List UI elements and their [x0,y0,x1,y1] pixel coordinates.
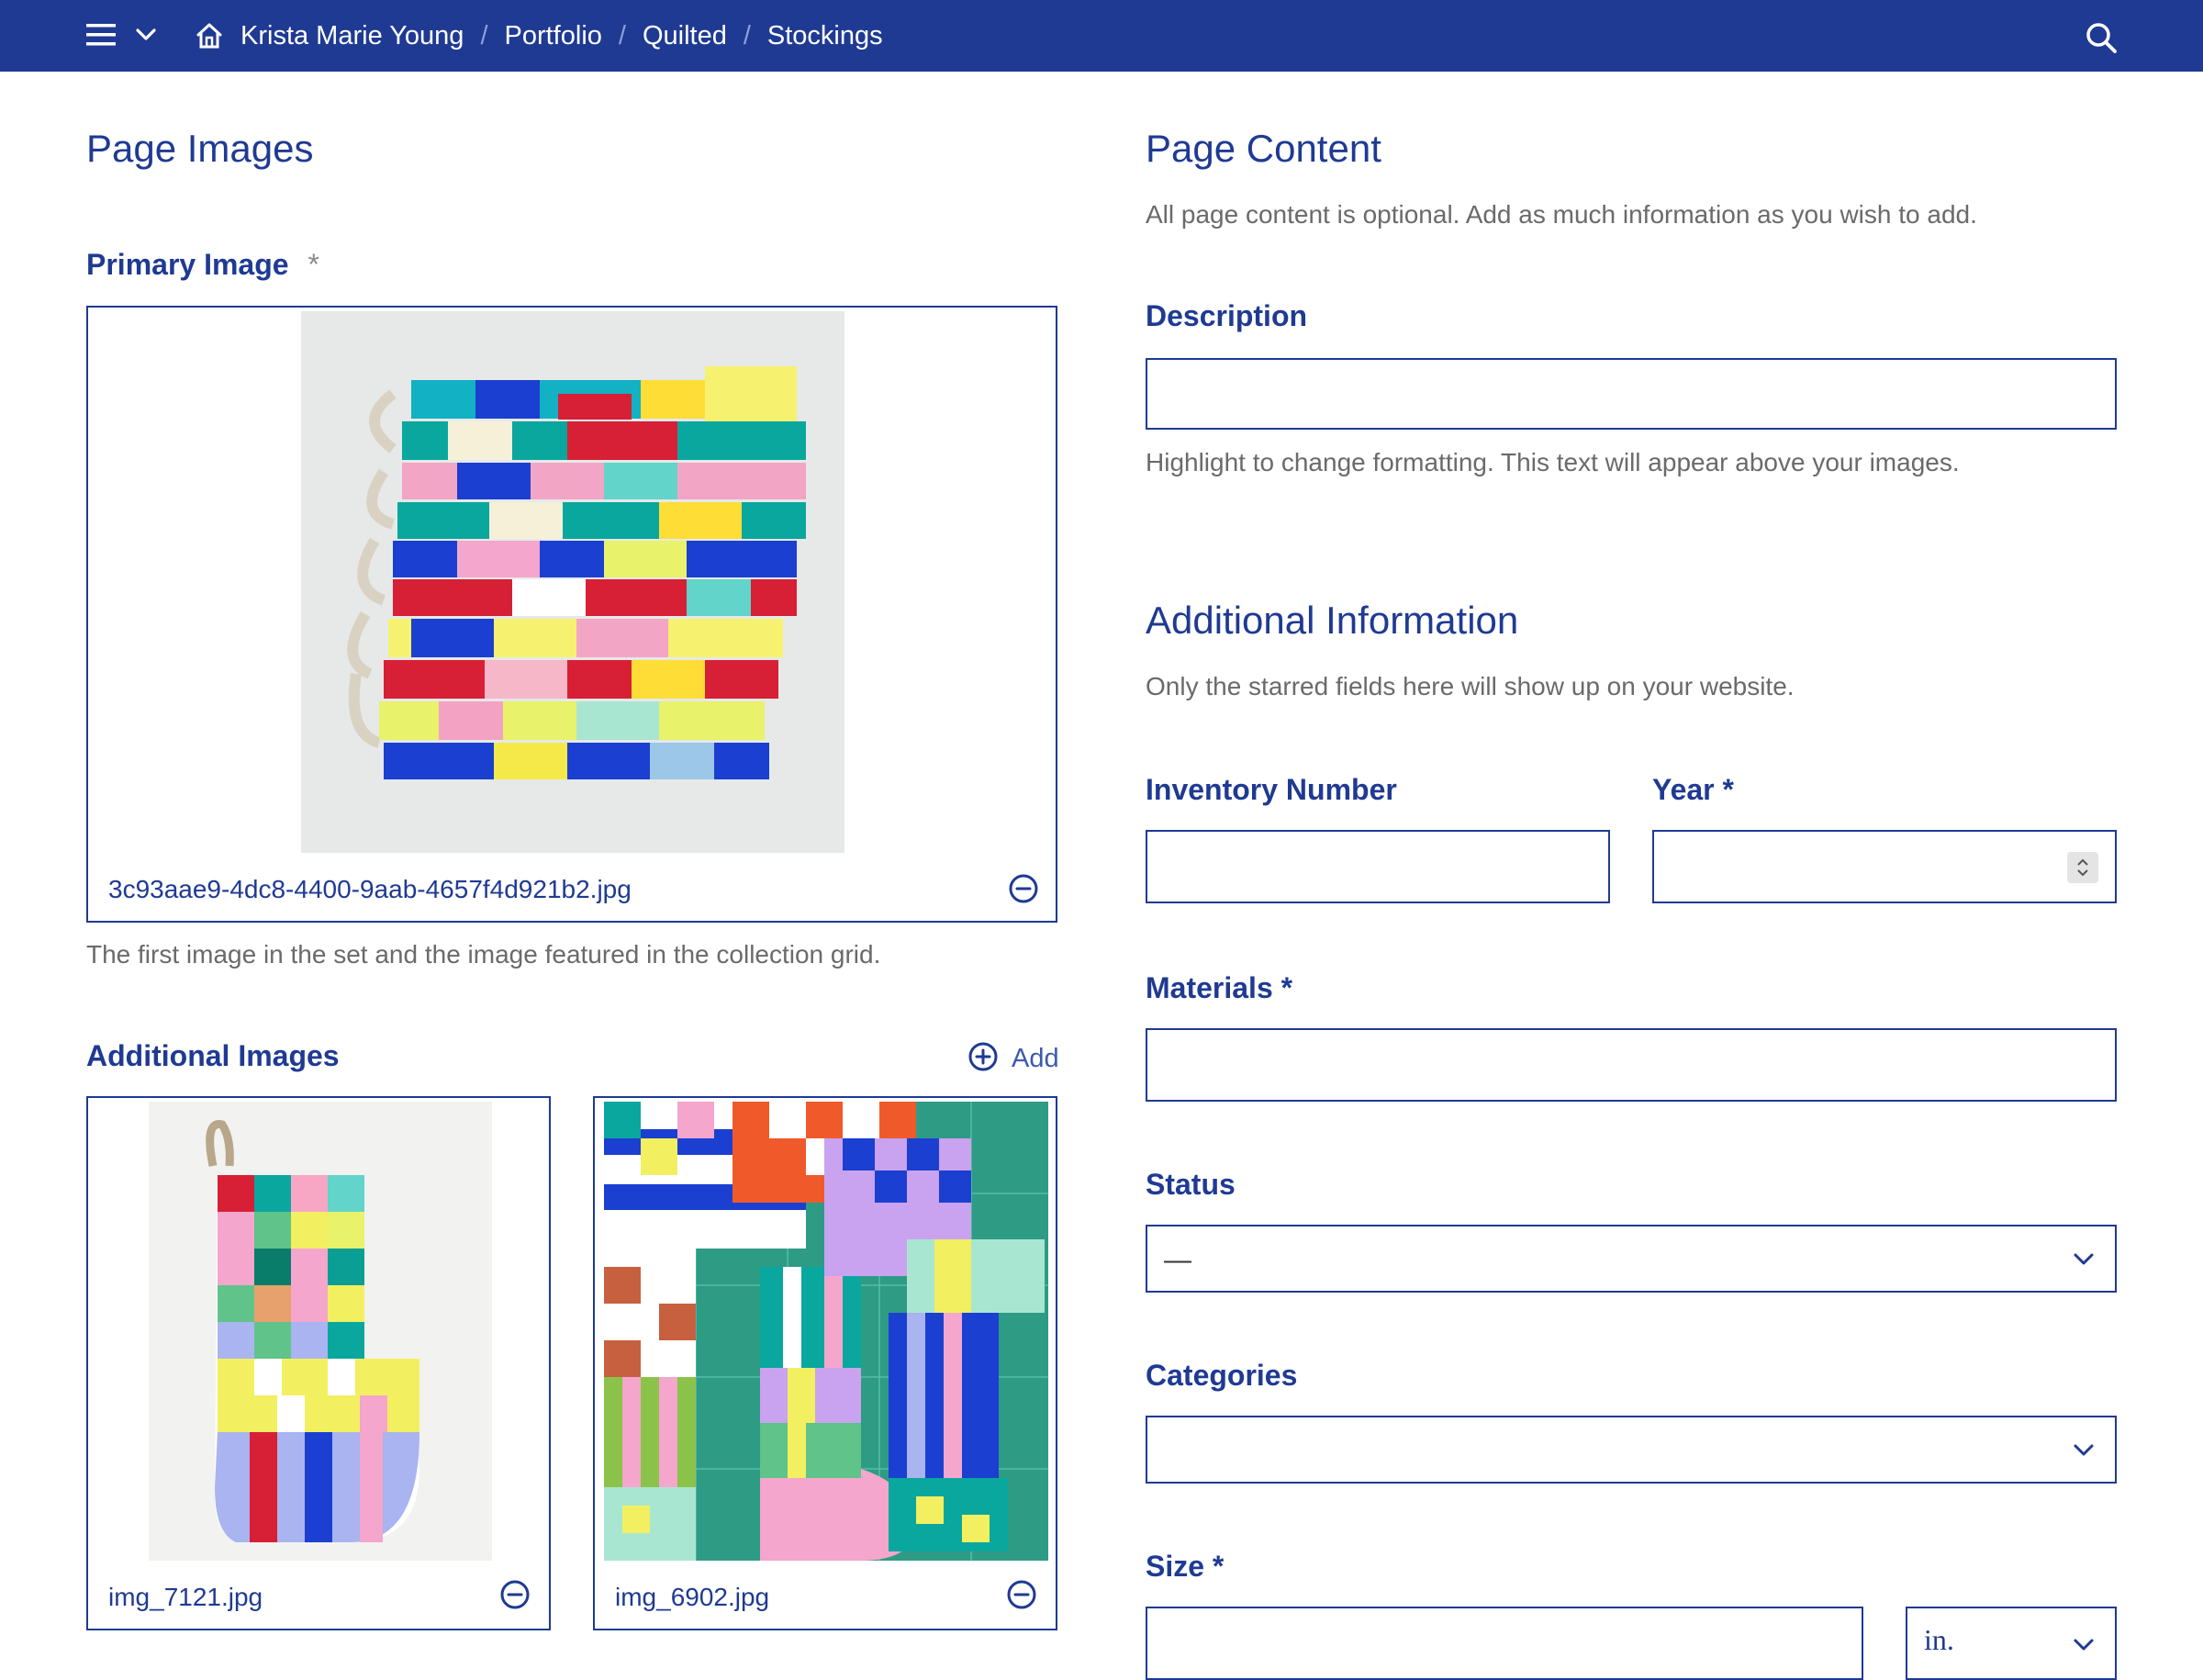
additional-image-filename: img_7121.jpg [108,1583,263,1611]
description-label: Description [1146,299,1308,332]
breadcrumb-item-stockings[interactable]: Stockings [767,21,883,51]
breadcrumb-item-site[interactable]: Krista Marie Young [240,21,464,51]
materials-field[interactable] [1146,1028,2117,1102]
description-input[interactable] [1147,360,2115,428]
categories-select[interactable] [1146,1416,2117,1484]
additional-information-heading: Additional Information [1146,599,1519,642]
add-image-button[interactable]: Add [967,1041,1059,1077]
primary-image-thumbnail [301,311,844,853]
required-marker: * [308,248,319,281]
breadcrumb-item-portfolio[interactable]: Portfolio [505,21,602,51]
additional-information-intro: Only the starred fields here will show u… [1146,672,1795,700]
breadcrumb-separator: / [743,20,751,50]
page-content-heading: Page Content [1146,127,1381,170]
page-images-heading: Page Images [86,127,314,170]
breadcrumb-item-quilted[interactable]: Quilted [643,21,727,51]
size-unit-value: in. [1924,1623,1954,1656]
year-label: Year * [1652,773,1734,806]
description-field[interactable] [1146,358,2117,430]
size-input[interactable] [1147,1608,1862,1678]
status-label: Status [1146,1168,1236,1201]
search-icon[interactable] [2084,20,2119,55]
year-input[interactable] [1654,832,2115,902]
additional-images-label: Additional Images [86,1039,340,1072]
year-field[interactable] [1652,830,2117,903]
size-label: Size * [1146,1550,1225,1583]
home-icon[interactable] [195,21,224,50]
description-help: Highlight to change formatting. This tex… [1146,448,1960,476]
breadcrumb-separator: / [618,20,626,50]
chevron-down-icon [2073,1638,2095,1652]
primary-image-filename: 3c93aae9-4dc8-4400-9aab-4657f4d921b2.jpg [108,875,632,903]
additional-image-filename: img_6902.jpg [615,1583,770,1611]
add-image-label: Add [1012,1044,1059,1073]
additional-image-thumbnail [604,1102,1048,1561]
chevron-down-icon[interactable] [136,28,156,46]
top-navigation-bar: Krista Marie Young / Portfolio / Quilted… [0,0,2203,72]
categories-label: Categories [1146,1359,1298,1392]
year-stepper[interactable] [2067,852,2098,883]
primary-image-label: Primary Image * [86,248,319,282]
inventory-number-label: Inventory Number [1146,773,1397,806]
additional-image-thumbnail [149,1102,492,1561]
materials-input[interactable] [1147,1030,2115,1100]
remove-circle-icon[interactable] [1006,1579,1037,1610]
chevron-down-icon [2073,1252,2095,1267]
size-field[interactable] [1146,1607,1863,1680]
remove-circle-icon[interactable] [499,1579,531,1610]
inventory-number-field[interactable] [1146,830,1610,903]
status-selected-value: — [1164,1245,1191,1275]
inventory-number-input[interactable] [1147,832,1608,902]
status-select[interactable]: — [1146,1225,2117,1293]
hamburger-menu-icon[interactable] [86,22,116,52]
primary-image-help: The first image in the set and the image… [86,940,881,969]
size-unit-select[interactable]: in. [1906,1607,2117,1680]
menu-toggle[interactable] [86,22,158,51]
primary-image-card[interactable]: 3c93aae9-4dc8-4400-9aab-4657f4d921b2.jpg [86,306,1057,923]
add-circle-icon [967,1041,999,1077]
page-content-intro: All page content is optional. Add as muc… [1146,200,1977,229]
materials-label: Materials * [1146,971,1293,1004]
breadcrumb: Krista Marie Young / Portfolio / Quilted… [195,0,883,72]
chevron-down-icon [2073,1443,2095,1458]
additional-image-card[interactable]: img_7121.jpg [86,1096,551,1630]
primary-image-label-text: Primary Image [86,248,289,281]
remove-circle-icon[interactable] [1008,873,1039,904]
additional-image-card[interactable]: img_6902.jpg [593,1096,1057,1630]
breadcrumb-separator: / [480,20,488,50]
